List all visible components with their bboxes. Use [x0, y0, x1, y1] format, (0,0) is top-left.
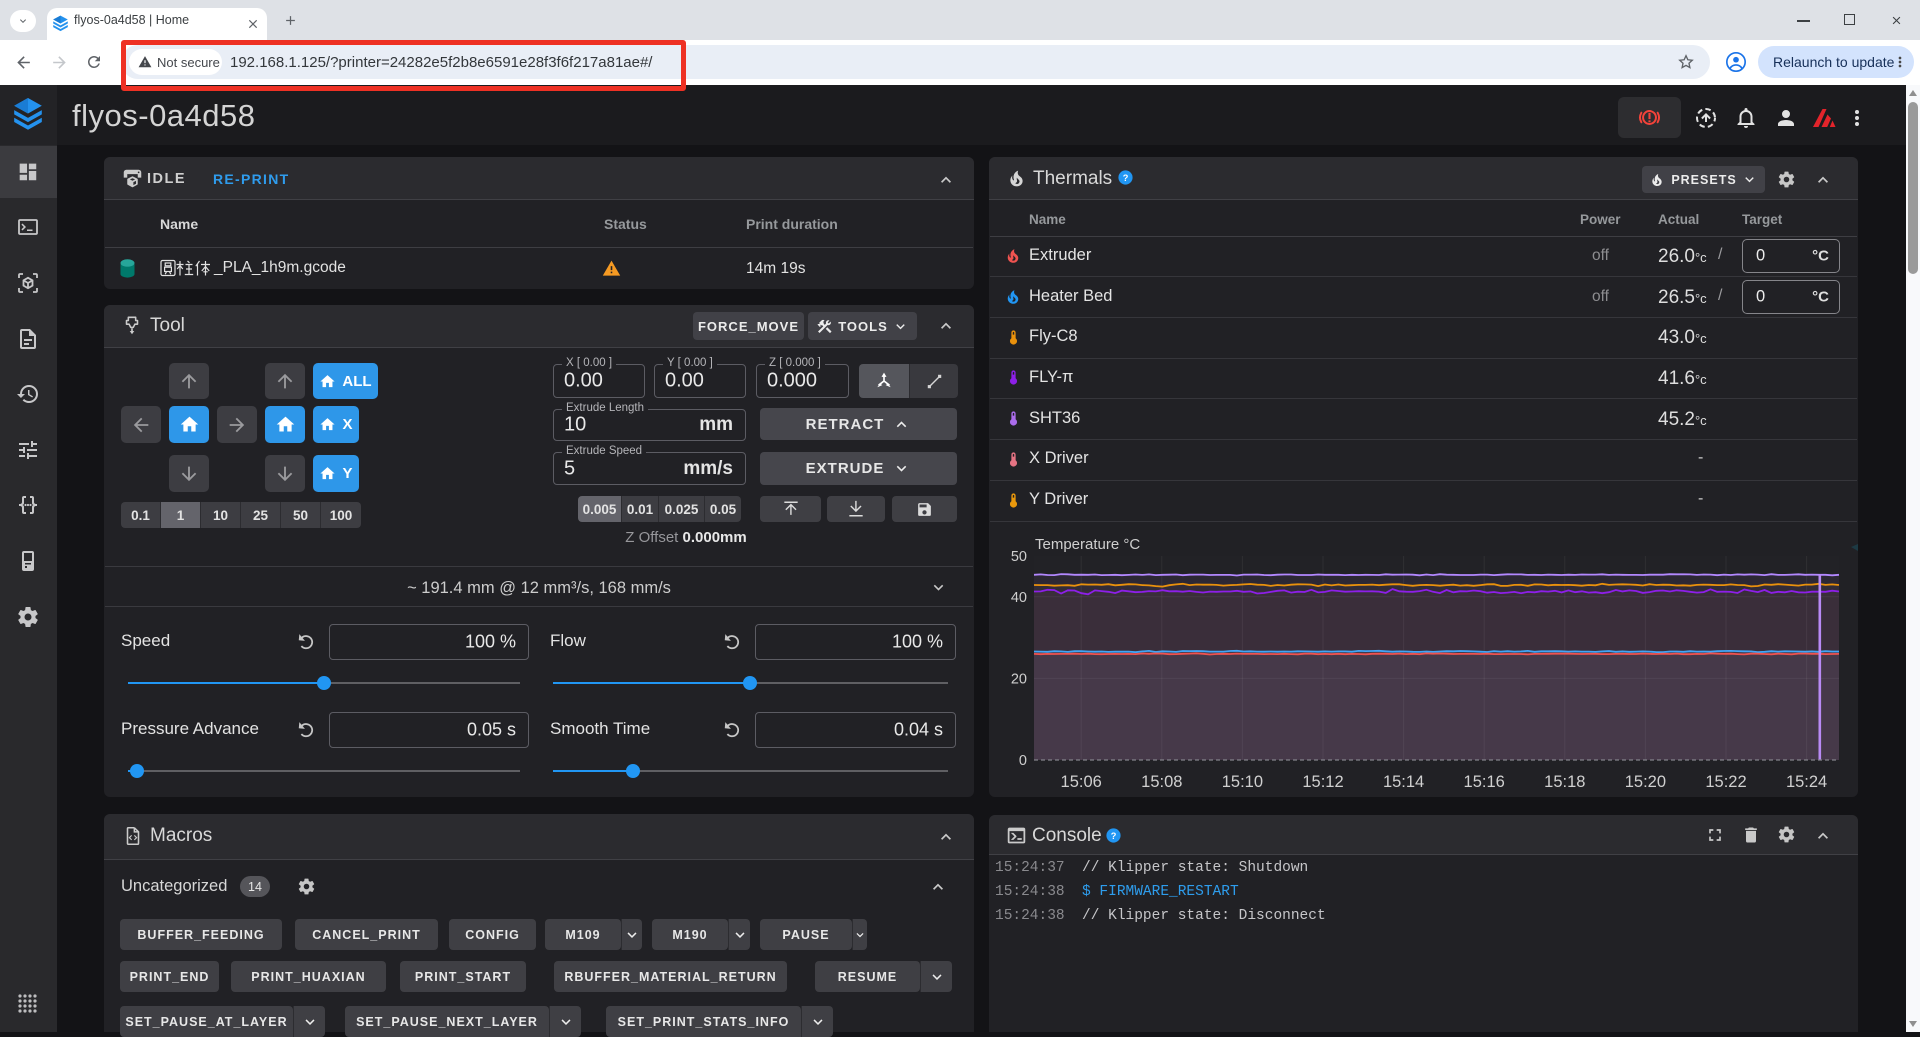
svg-text:40: 40: [1011, 590, 1027, 606]
svg-text:15:10: 15:10: [1222, 773, 1263, 791]
svg-text:20: 20: [1011, 671, 1027, 687]
svg-text:15:22: 15:22: [1705, 773, 1746, 791]
svg-text:Temperature °C: Temperature °C: [1035, 536, 1140, 553]
svg-text:15:06: 15:06: [1061, 773, 1102, 791]
svg-text:15:16: 15:16: [1464, 773, 1505, 791]
svg-text:?: ?: [1111, 831, 1117, 841]
svg-text:15:14: 15:14: [1383, 773, 1424, 791]
svg-text:15:24: 15:24: [1786, 773, 1827, 791]
svg-text:0: 0: [1019, 753, 1027, 769]
svg-text:15:08: 15:08: [1141, 773, 1182, 791]
svg-text:?: ?: [1123, 173, 1129, 183]
svg-text:15:18: 15:18: [1544, 773, 1585, 791]
svg-text:15:20: 15:20: [1625, 773, 1666, 791]
svg-text:15:12: 15:12: [1302, 773, 1343, 791]
svg-text:50: 50: [1011, 549, 1027, 565]
